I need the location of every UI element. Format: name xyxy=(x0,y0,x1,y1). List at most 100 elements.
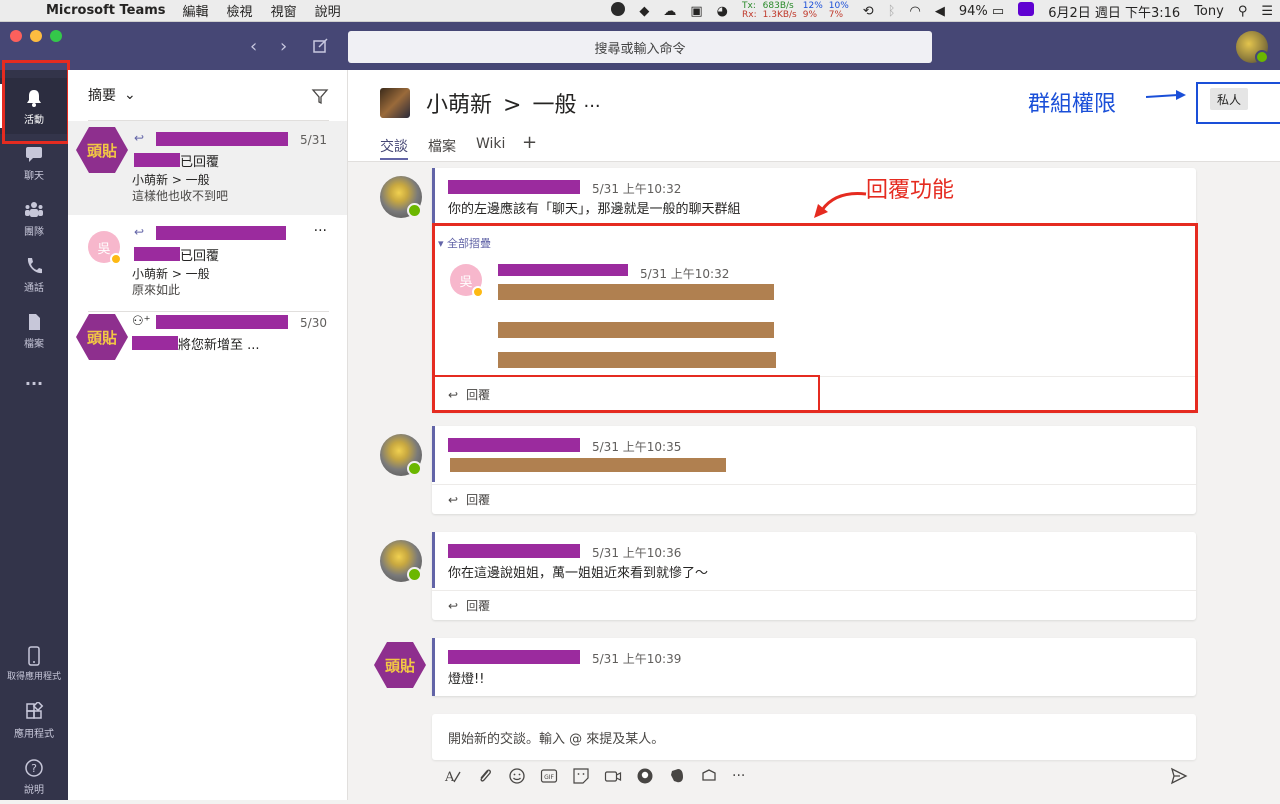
message-accent xyxy=(432,532,435,588)
minimize-window-button[interactable] xyxy=(30,30,42,42)
pie-icon[interactable]: ◕ xyxy=(710,4,735,19)
feed-item[interactable]: 頭貼 ⚇⁺ 5/30 將您新增至 ... xyxy=(68,312,347,372)
avatar: 頭貼 xyxy=(76,127,128,173)
reply-button[interactable]: ↩ 回覆 xyxy=(432,484,1196,514)
menu-help[interactable]: 說明 xyxy=(306,1,350,20)
wifi-icon[interactable]: ◠ xyxy=(903,4,928,19)
message-card: 5/31 上午10:36 你在這邊說姐姐，萬一姐姐近來看到就慘了～ ↩ 回覆 xyxy=(432,532,1196,620)
feed-date: 5/30 xyxy=(300,316,327,330)
github-icon[interactable] xyxy=(636,767,654,785)
notification-center-icon[interactable]: ☰ xyxy=(1254,4,1280,19)
bluetooth-icon[interactable]: ᛒ xyxy=(881,4,903,19)
yahoo-icon[interactable] xyxy=(1011,2,1041,20)
message-time: 5/31 上午10:36 xyxy=(592,546,682,560)
filter-icon[interactable] xyxy=(311,87,329,105)
message-body: 你在這邊說姐姐，萬一姐姐近來看到就慘了～ xyxy=(448,566,709,581)
zoom-window-button[interactable] xyxy=(50,30,62,42)
send-icon[interactable] xyxy=(1170,767,1188,785)
message-accent xyxy=(432,638,435,696)
chat-icon xyxy=(26,147,42,162)
mac-menubar: Microsoft Teams 編輯 檢視 視窗 說明 ◆ ☁ ▣ ◕ Tx: R… xyxy=(0,0,1280,22)
network-stats: Tx: Rx: 683B/s 1.3KB/s 12% 9% 10% 7% xyxy=(742,1,849,20)
dropbox-icon[interactable]: ◆ xyxy=(632,4,656,19)
message-time: 5/31 上午10:39 xyxy=(592,652,682,666)
menu-view[interactable]: 檢視 xyxy=(218,1,262,20)
more-options-icon[interactable]: ··· xyxy=(314,223,327,239)
team-name[interactable]: 小萌新 xyxy=(426,93,492,118)
activity-highlight-annotation xyxy=(2,60,70,144)
compose-input[interactable]: 開始新的交談。輸入 @ 來提及某人。 xyxy=(432,714,1196,760)
message-card: 5/31 上午10:35 ↩ 回覆 xyxy=(432,426,1196,514)
sticker-icon[interactable] xyxy=(572,767,590,785)
message-accent xyxy=(432,426,435,482)
tab-wiki[interactable]: Wiki xyxy=(476,136,505,152)
more-apps-icon[interactable]: ··· xyxy=(732,768,745,784)
evernote-icon[interactable] xyxy=(668,767,686,785)
back-arrow-icon[interactable]: ‹ xyxy=(250,36,257,57)
channel-more-icon[interactable]: ··· xyxy=(583,96,600,117)
tab-files[interactable]: 檔案 xyxy=(428,136,456,156)
avatar xyxy=(380,434,422,476)
time-machine-icon[interactable]: ⟲ xyxy=(856,4,881,19)
volume-icon[interactable]: ◀ xyxy=(928,4,952,19)
emoji-icon[interactable] xyxy=(508,767,526,785)
redacted-name xyxy=(132,336,178,350)
team-avatar xyxy=(380,88,410,118)
rail-more[interactable]: ... xyxy=(0,360,68,416)
message-time: 5/31 上午10:35 xyxy=(592,440,682,454)
cloud-icon[interactable]: ☁ xyxy=(656,4,683,19)
message-card: 5/31 上午10:39 燈燈!! xyxy=(432,638,1196,696)
feed-action: 已回覆 xyxy=(180,249,220,264)
format-icon[interactable]: A xyxy=(444,767,462,785)
rail-calls[interactable]: 通話 xyxy=(0,246,68,302)
feed-location: 小萌新 > 一般 xyxy=(132,267,210,281)
channel-name[interactable]: 一般 xyxy=(532,93,576,118)
battery-status[interactable]: 94% ▭ xyxy=(952,4,1011,19)
away-status-icon xyxy=(110,253,122,265)
rail-help[interactable]: ? 說明 xyxy=(0,748,68,804)
meet-now-icon[interactable] xyxy=(604,767,622,785)
feed-date: 5/31 xyxy=(300,133,327,147)
close-window-button[interactable] xyxy=(10,30,22,42)
profile-avatar[interactable] xyxy=(1236,31,1269,64)
redacted-name xyxy=(134,153,180,167)
feed-filter-dropdown[interactable]: 摘要 xyxy=(88,85,116,105)
feed-action: 將您新增至 ... xyxy=(178,338,260,353)
feed-item[interactable]: 頭貼 ↩ 5/31 已回覆 小萌新 > 一般 這樣他也收不到吧 xyxy=(68,121,347,215)
rail-teams[interactable]: 團隊 xyxy=(0,190,68,246)
tab-conversations[interactable]: 交談 xyxy=(380,136,408,160)
svg-text:?: ? xyxy=(31,762,37,775)
clock[interactable]: 6月2日 週日 下午3:16 xyxy=(1041,2,1187,21)
search-input[interactable]: 搜尋或輸入命令 xyxy=(348,31,932,63)
reply-annotation: 回覆功能 xyxy=(866,178,955,203)
feed-item[interactable]: 吳 ↩ ··· 已回覆 小萌新 > 一般 原來如此 xyxy=(68,215,347,311)
forward-arrow-icon[interactable]: › xyxy=(280,36,287,57)
reply-button[interactable]: ↩ 回覆 xyxy=(432,590,1196,620)
menu-edit[interactable]: 編輯 xyxy=(174,1,218,20)
user-menu[interactable]: Tony xyxy=(1187,4,1231,19)
gif-icon[interactable]: GIF xyxy=(540,767,558,785)
compose-toolbar: A GIF ··· xyxy=(444,766,745,786)
line-icon[interactable] xyxy=(604,2,632,20)
app-menu[interactable]: Microsoft Teams xyxy=(40,3,174,18)
compose-icon[interactable] xyxy=(312,37,330,55)
rail-files[interactable]: 檔案 xyxy=(0,302,68,358)
rail-apps[interactable]: 應用程式 xyxy=(0,692,68,748)
chevron-down-icon[interactable]: ⌄ xyxy=(124,87,136,103)
rail-get-app[interactable]: 取得應用程式 xyxy=(0,636,68,692)
file-icon xyxy=(29,314,40,330)
add-tab-button[interactable]: + xyxy=(522,132,537,153)
attach-icon[interactable] xyxy=(476,767,494,785)
help-icon: ? xyxy=(25,759,43,777)
redacted-name xyxy=(156,132,288,146)
teams-titlebar: ‹ › 搜尋或輸入命令 xyxy=(0,22,1280,70)
camera-icon[interactable]: ▣ xyxy=(683,4,709,19)
stream-icon[interactable] xyxy=(700,767,718,785)
spotlight-icon[interactable]: ⚲ xyxy=(1231,4,1255,19)
channel-title: 小萌新 > 一般 ··· xyxy=(426,93,601,118)
feed-header[interactable]: 摘要 ⌄ xyxy=(68,70,347,120)
menu-window[interactable]: 視窗 xyxy=(262,1,306,20)
reply-arrow-icon: ↩ xyxy=(448,598,459,613)
reply-button-highlight-annotation xyxy=(432,375,820,412)
private-badge[interactable]: 私人 xyxy=(1210,88,1248,110)
